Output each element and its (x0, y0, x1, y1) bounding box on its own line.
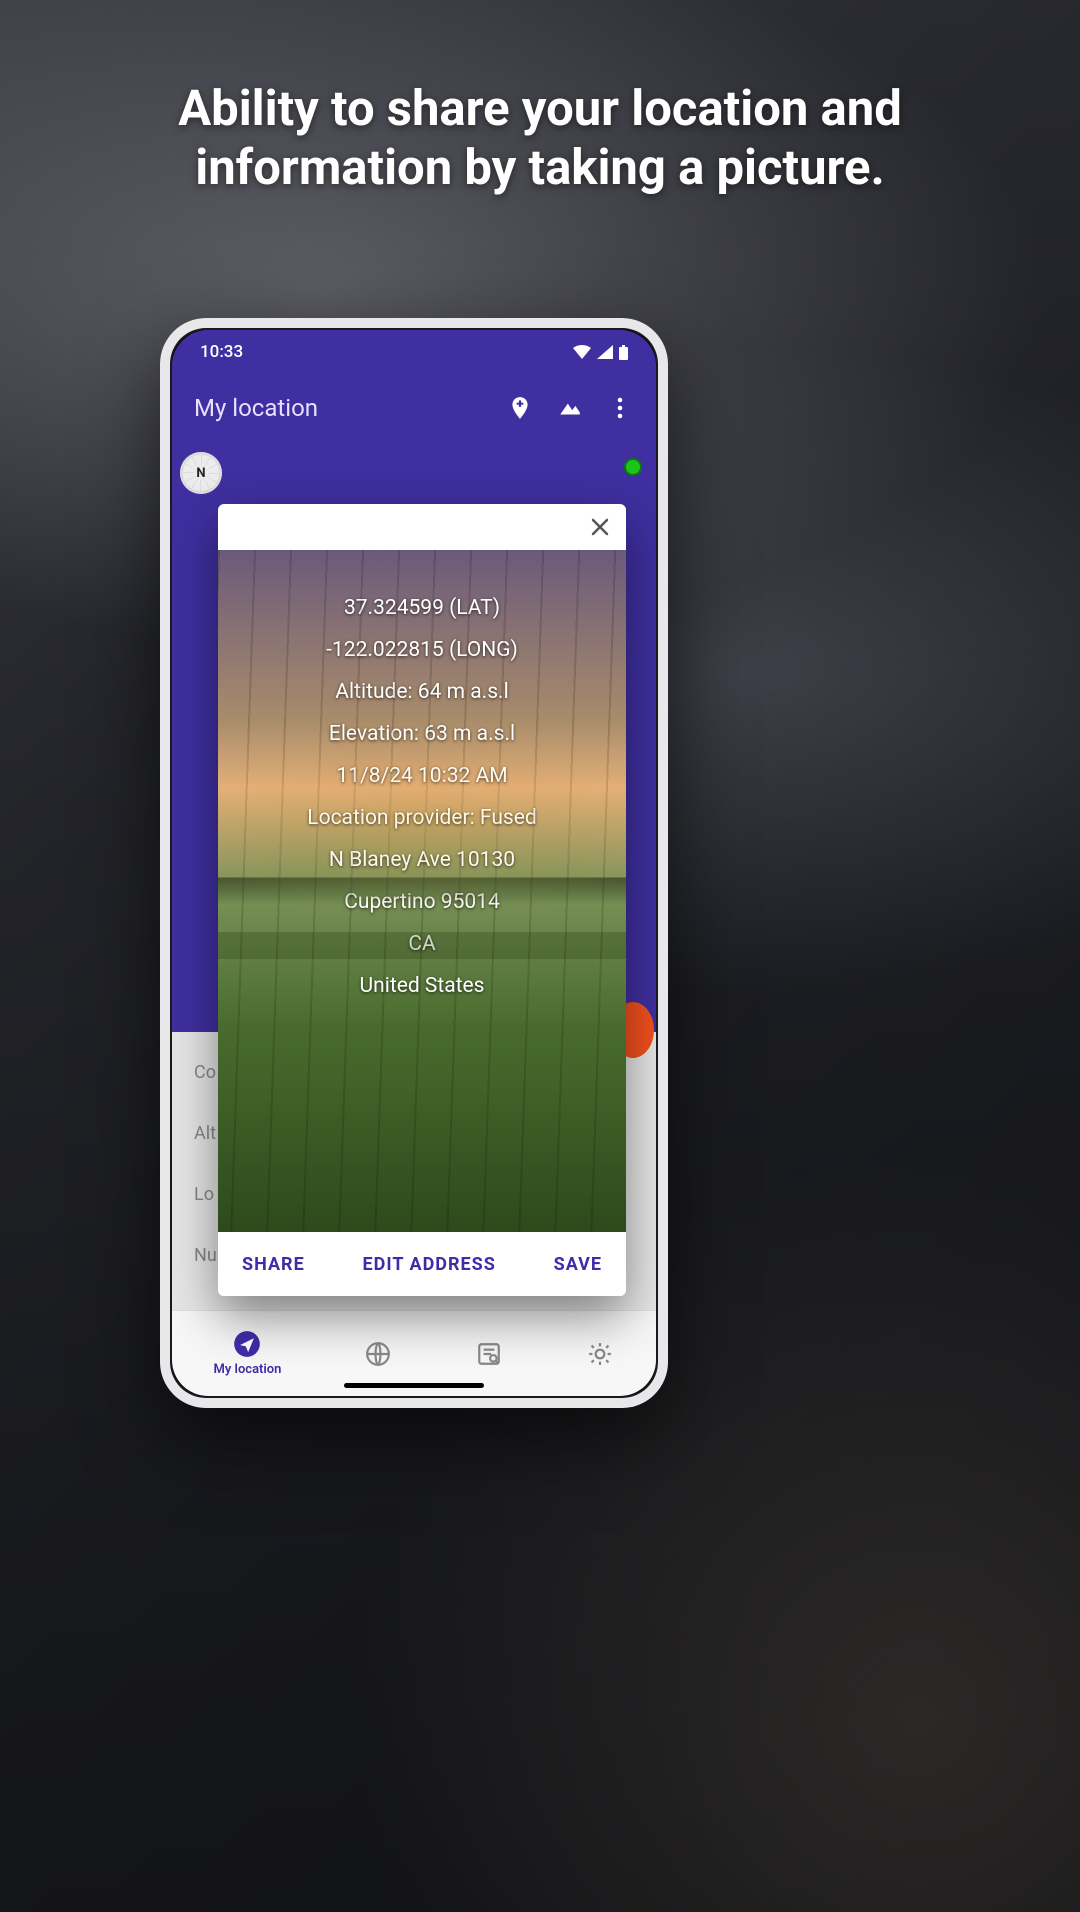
nav-world[interactable] (364, 1340, 392, 1368)
nav-my-location[interactable]: My location (214, 1330, 282, 1377)
phone-screen: 10:33 My location N Co (172, 330, 656, 1396)
save-button[interactable]: SAVE (554, 1254, 602, 1275)
compass-letter: N (196, 466, 205, 481)
wifi-icon (573, 345, 591, 359)
country-value: United States (360, 974, 485, 998)
globe-icon (364, 1340, 392, 1368)
home-indicator (344, 1383, 484, 1388)
dialog-actions: SHARE EDIT ADDRESS SAVE (218, 1232, 626, 1296)
street-value: N Blaney Ave 10130 (329, 848, 515, 872)
location-arrow-icon (233, 1330, 261, 1358)
app-title: My location (194, 394, 488, 422)
overflow-menu-button[interactable] (602, 390, 638, 426)
status-icons (573, 345, 628, 360)
close-button[interactable] (588, 515, 612, 539)
gear-icon (586, 1340, 614, 1368)
provider-value: Location provider: Fused (307, 806, 536, 830)
dialog-header (218, 504, 626, 550)
list-search-icon (475, 1340, 503, 1368)
elevation-value: Elevation: 63 m a.s.l (329, 722, 515, 746)
signal-icon (597, 345, 613, 359)
app-bar: My location (172, 374, 656, 442)
dialog-info-overlay: 37.324599 (LAT) -122.022815 (LONG) Altit… (218, 550, 626, 1232)
share-dialog: 37.324599 (LAT) -122.022815 (LONG) Altit… (218, 504, 626, 1296)
status-time: 10:33 (200, 342, 243, 362)
altitude-value: Altitude: 64 m a.s.l (335, 680, 508, 704)
elevation-button[interactable] (552, 390, 588, 426)
more-vert-icon (610, 395, 630, 421)
gps-status-indicator (624, 458, 642, 476)
close-icon (588, 515, 612, 539)
battery-icon (619, 345, 628, 360)
compass-widget[interactable]: N (180, 452, 222, 494)
phone-frame: 10:33 My location N Co (160, 318, 668, 1408)
datetime-value: 11/8/24 10:32 AM (336, 764, 507, 788)
promo-headline: Ability to share your location and infor… (60, 80, 1020, 198)
share-button[interactable]: SHARE (242, 1254, 305, 1275)
status-bar: 10:33 (172, 330, 656, 374)
pin-plus-icon (507, 395, 533, 421)
dialog-photo: 37.324599 (LAT) -122.022815 (LONG) Altit… (218, 550, 626, 1232)
longitude-value: -122.022815 (LONG) (326, 638, 518, 662)
nav-settings[interactable] (586, 1340, 614, 1368)
edit-address-button[interactable]: EDIT ADDRESS (363, 1254, 496, 1275)
state-value: CA (408, 932, 435, 956)
chart-icon (557, 395, 583, 421)
city-value: Cupertino 95014 (344, 890, 500, 914)
nav-label: My location (214, 1362, 282, 1377)
latitude-value: 37.324599 (LAT) (344, 596, 500, 620)
add-location-button[interactable] (502, 390, 538, 426)
nav-list[interactable] (475, 1340, 503, 1368)
